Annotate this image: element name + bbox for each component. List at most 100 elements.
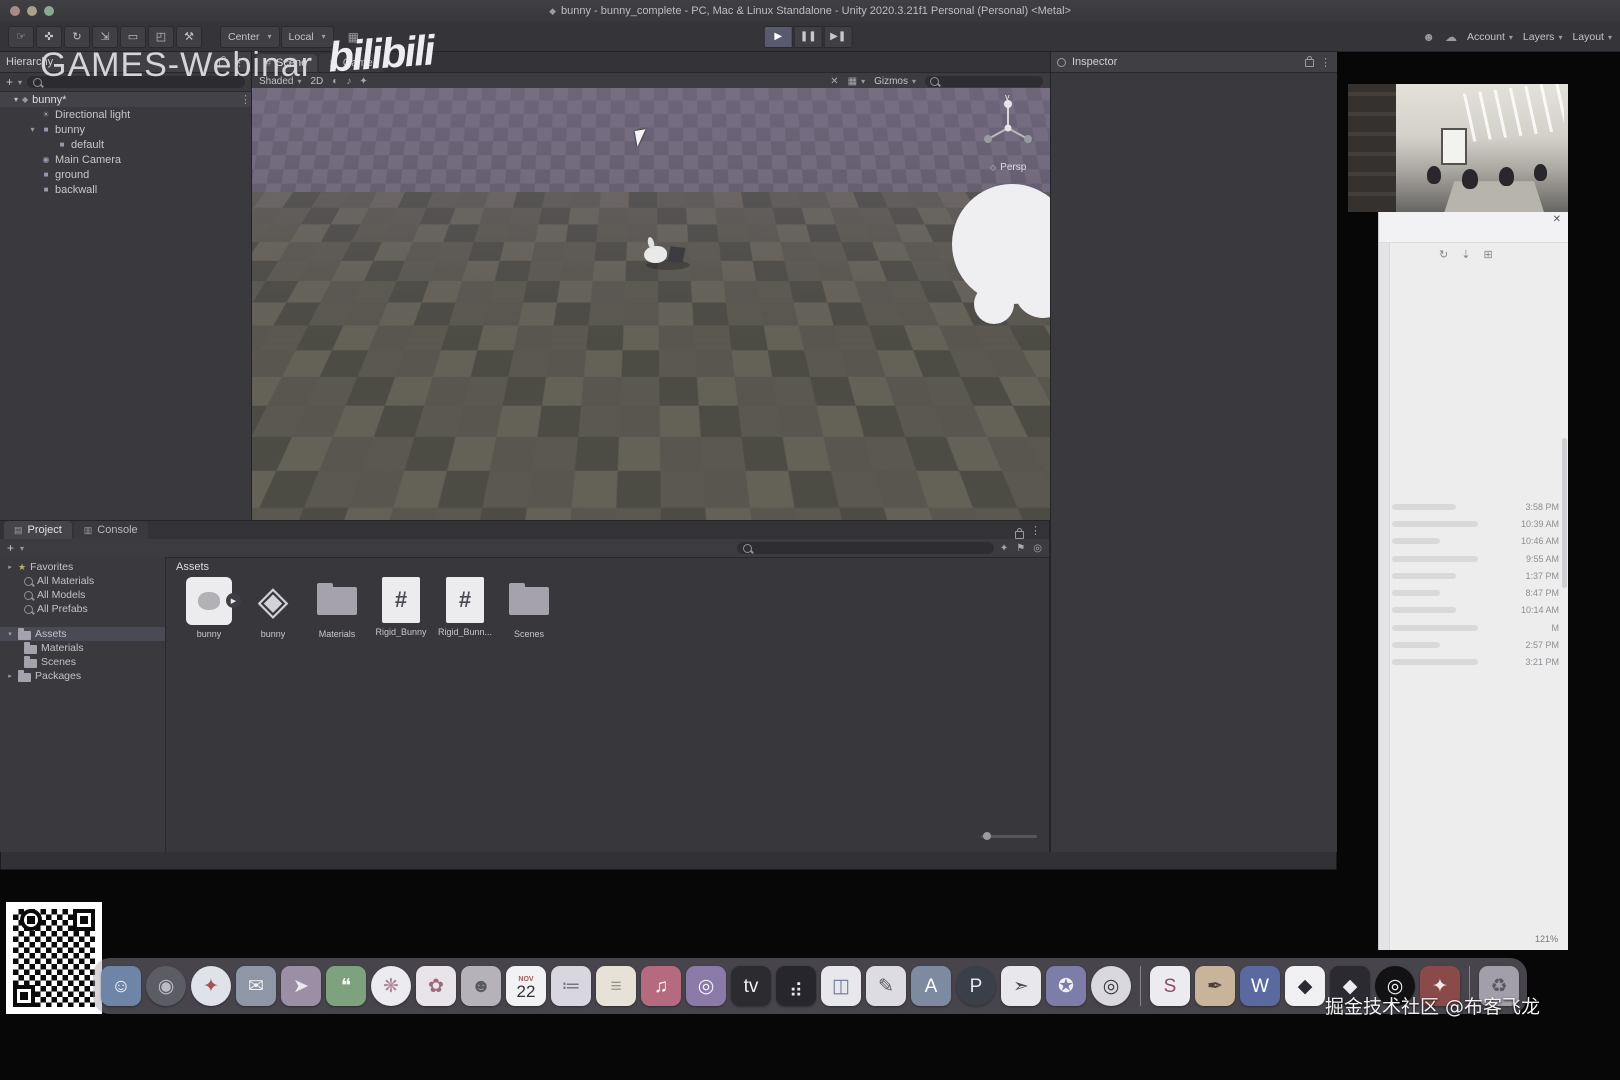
reminders-dock-icon[interactable]: ≔ xyxy=(551,966,591,1006)
send-app-dock-icon[interactable]: ➣ xyxy=(1001,966,1041,1006)
asset-item[interactable]: Materials xyxy=(306,577,368,639)
bunny-model[interactable] xyxy=(644,234,696,274)
perspective-label[interactable]: ◇ Persp xyxy=(990,162,1026,173)
axis-gizmo[interactable]: y xyxy=(976,92,1040,156)
create-caret-icon[interactable]: ▾ xyxy=(20,544,24,553)
tree-asset-folder[interactable]: Scenes xyxy=(0,655,165,669)
word-dock-icon[interactable]: W xyxy=(1240,966,1280,1006)
p-app-dock-icon[interactable]: P xyxy=(956,966,996,1006)
transform-tool-button[interactable]: ☞ xyxy=(8,25,34,48)
chat-row[interactable]: 10:39 AM xyxy=(1392,515,1559,532)
asset-item[interactable]: Scenes xyxy=(498,577,560,639)
icon-size-slider[interactable] xyxy=(981,832,1037,840)
expand-icon[interactable]: ▸ xyxy=(6,672,14,680)
scene-kebab-icon[interactable] xyxy=(240,93,251,106)
transform-tool-button[interactable]: ↻ xyxy=(64,25,90,48)
tree-assets[interactable]: ▾ Assets xyxy=(0,627,165,641)
transform-tool-button[interactable]: ⇲ xyxy=(92,25,118,48)
kebab-menu-icon[interactable] xyxy=(1030,521,1041,539)
security-app-dock-icon[interactable]: ✪ xyxy=(1046,966,1086,1006)
project-toolbar-icon[interactable]: ⚑ xyxy=(1016,543,1025,554)
kebab-menu-icon[interactable] xyxy=(1320,56,1331,69)
asset-item[interactable]: bunny xyxy=(178,577,241,639)
transform-tool-button[interactable]: ✜ xyxy=(36,25,62,48)
pause-button[interactable]: ❚❚ xyxy=(793,25,823,48)
bottom-tab[interactable]: ▤ Project xyxy=(4,521,72,539)
close-overlay-icon[interactable]: ✕ xyxy=(830,76,838,87)
chat-row[interactable]: 10:14 AM xyxy=(1392,602,1559,619)
contacts-dock-icon[interactable]: ☻ xyxy=(461,966,501,1006)
chat-row[interactable]: 8:47 PM xyxy=(1392,584,1559,601)
hierarchy-item[interactable]: ☀ Directional light xyxy=(0,107,251,122)
step-button[interactable]: ▶❚ xyxy=(823,25,853,48)
scene-viewport[interactable]: y ◇ Persp xyxy=(252,88,1050,520)
gizmos-dropdown[interactable]: Gizmos xyxy=(874,76,916,87)
chat-row[interactable]: M xyxy=(1392,619,1559,636)
chat-toolbar-icon[interactable]: ⊞ xyxy=(1483,248,1492,261)
podcasts-dock-icon[interactable]: ◎ xyxy=(686,966,726,1006)
asset-item[interactable]: bunny xyxy=(242,577,304,639)
tree-packages[interactable]: ▸ Packages xyxy=(0,669,165,683)
hierarchy-item[interactable]: ■ ground xyxy=(0,167,251,182)
siri-dock-icon[interactable]: ◉ xyxy=(146,966,186,1006)
messages-dock-icon[interactable]: ❝ xyxy=(326,966,366,1006)
transform-tool-button[interactable]: ⚒ xyxy=(176,25,202,48)
expand-icon[interactable]: ▾ xyxy=(28,125,37,134)
scene-expand-icon[interactable]: ▾ xyxy=(14,95,18,104)
chat-row[interactable]: 10:46 AM xyxy=(1392,533,1559,550)
hierarchy-create-button[interactable]: + xyxy=(6,75,13,89)
tree-favorites[interactable]: ▸ ★ Favorites xyxy=(0,560,165,574)
expand-icon[interactable]: ▸ xyxy=(6,563,14,571)
ring-app-dock-icon[interactable]: ◎ xyxy=(1091,966,1131,1006)
hierarchy-item[interactable]: ◉ Main Camera xyxy=(0,152,251,167)
chat-row[interactable]: 2:57 PM xyxy=(1392,636,1559,653)
tree-favorite-item[interactable]: All Models xyxy=(0,588,165,602)
bottom-tab[interactable]: ▥ Console xyxy=(73,521,148,539)
maps-dock-icon[interactable]: ➤ xyxy=(281,966,321,1006)
tree-asset-folder[interactable]: Materials xyxy=(0,641,165,655)
pivot-toggle-button[interactable]: Center xyxy=(220,25,280,48)
create-caret-icon[interactable]: ▾ xyxy=(18,78,22,87)
slack-dock-icon[interactable]: S xyxy=(1150,966,1190,1006)
unity-hub-dock-icon[interactable]: ◆ xyxy=(1285,966,1325,1006)
hierarchy-item[interactable]: ▾ ■ bunny xyxy=(0,122,251,137)
chat-toolbar-icon[interactable]: ⇣ xyxy=(1461,248,1470,261)
asset-item[interactable]: Rigid_Bunny xyxy=(370,577,432,639)
chat-row[interactable]: 9:55 AM xyxy=(1392,550,1559,567)
photos-dock-icon[interactable]: ❋ xyxy=(371,966,411,1006)
hierarchy-item[interactable]: ■ backwall xyxy=(0,182,251,197)
close-icon[interactable]: ✕ xyxy=(1553,214,1561,225)
music-dock-icon[interactable]: ♫ xyxy=(641,966,681,1006)
flower-app-dock-icon[interactable]: ✿ xyxy=(416,966,456,1006)
zoom-control[interactable]: 121% xyxy=(1535,934,1558,944)
project-create-button[interactable]: + xyxy=(7,541,14,555)
scene-search-input[interactable] xyxy=(925,75,1043,87)
transform-tool-button[interactable]: ▭ xyxy=(120,25,146,48)
tree-favorite-item[interactable]: All Materials xyxy=(0,574,165,588)
calendar-dock-icon[interactable]: NOV 22 xyxy=(506,966,546,1006)
lock-icon[interactable] xyxy=(1305,56,1314,67)
grid-visibility-icon[interactable]: ▦ xyxy=(848,76,865,87)
hierarchy-item[interactable]: ■ default xyxy=(0,137,251,152)
chat-row[interactable]: 3:58 PM xyxy=(1392,498,1559,515)
chat-toolbar-icon[interactable]: ↻ xyxy=(1439,248,1448,261)
mail-dock-icon[interactable]: ✉ xyxy=(236,966,276,1006)
play-button[interactable]: ▶ xyxy=(763,25,793,48)
pencil-app-dock-icon[interactable]: ✎ xyxy=(866,966,906,1006)
transform-tool-button[interactable]: ◰ xyxy=(148,25,174,48)
stocks-dock-icon[interactable]: ⣴ xyxy=(776,966,816,1006)
keynote-dock-icon[interactable]: ◫ xyxy=(821,966,861,1006)
scrollbar-thumb[interactable] xyxy=(1562,438,1567,588)
hierarchy-scene-row[interactable]: ▾ ◆ bunny* xyxy=(0,92,251,107)
project-toolbar-icon[interactable]: ◎ xyxy=(1033,543,1042,554)
project-search-input[interactable] xyxy=(736,542,994,554)
lock-icon[interactable] xyxy=(1015,528,1024,539)
brush-app-dock-icon[interactable]: ✒ xyxy=(1195,966,1235,1006)
expand-icon[interactable]: ▾ xyxy=(6,630,14,638)
app-store-dock-icon[interactable]: A xyxy=(911,966,951,1006)
chat-row[interactable]: 3:21 PM xyxy=(1392,654,1559,671)
tree-favorite-item[interactable]: All Prefabs xyxy=(0,602,165,616)
finder-dock-icon[interactable]: ☺ xyxy=(101,966,141,1006)
safari-dock-icon[interactable]: ✦ xyxy=(191,966,231,1006)
notes-dock-icon[interactable]: ≡ xyxy=(596,966,636,1006)
